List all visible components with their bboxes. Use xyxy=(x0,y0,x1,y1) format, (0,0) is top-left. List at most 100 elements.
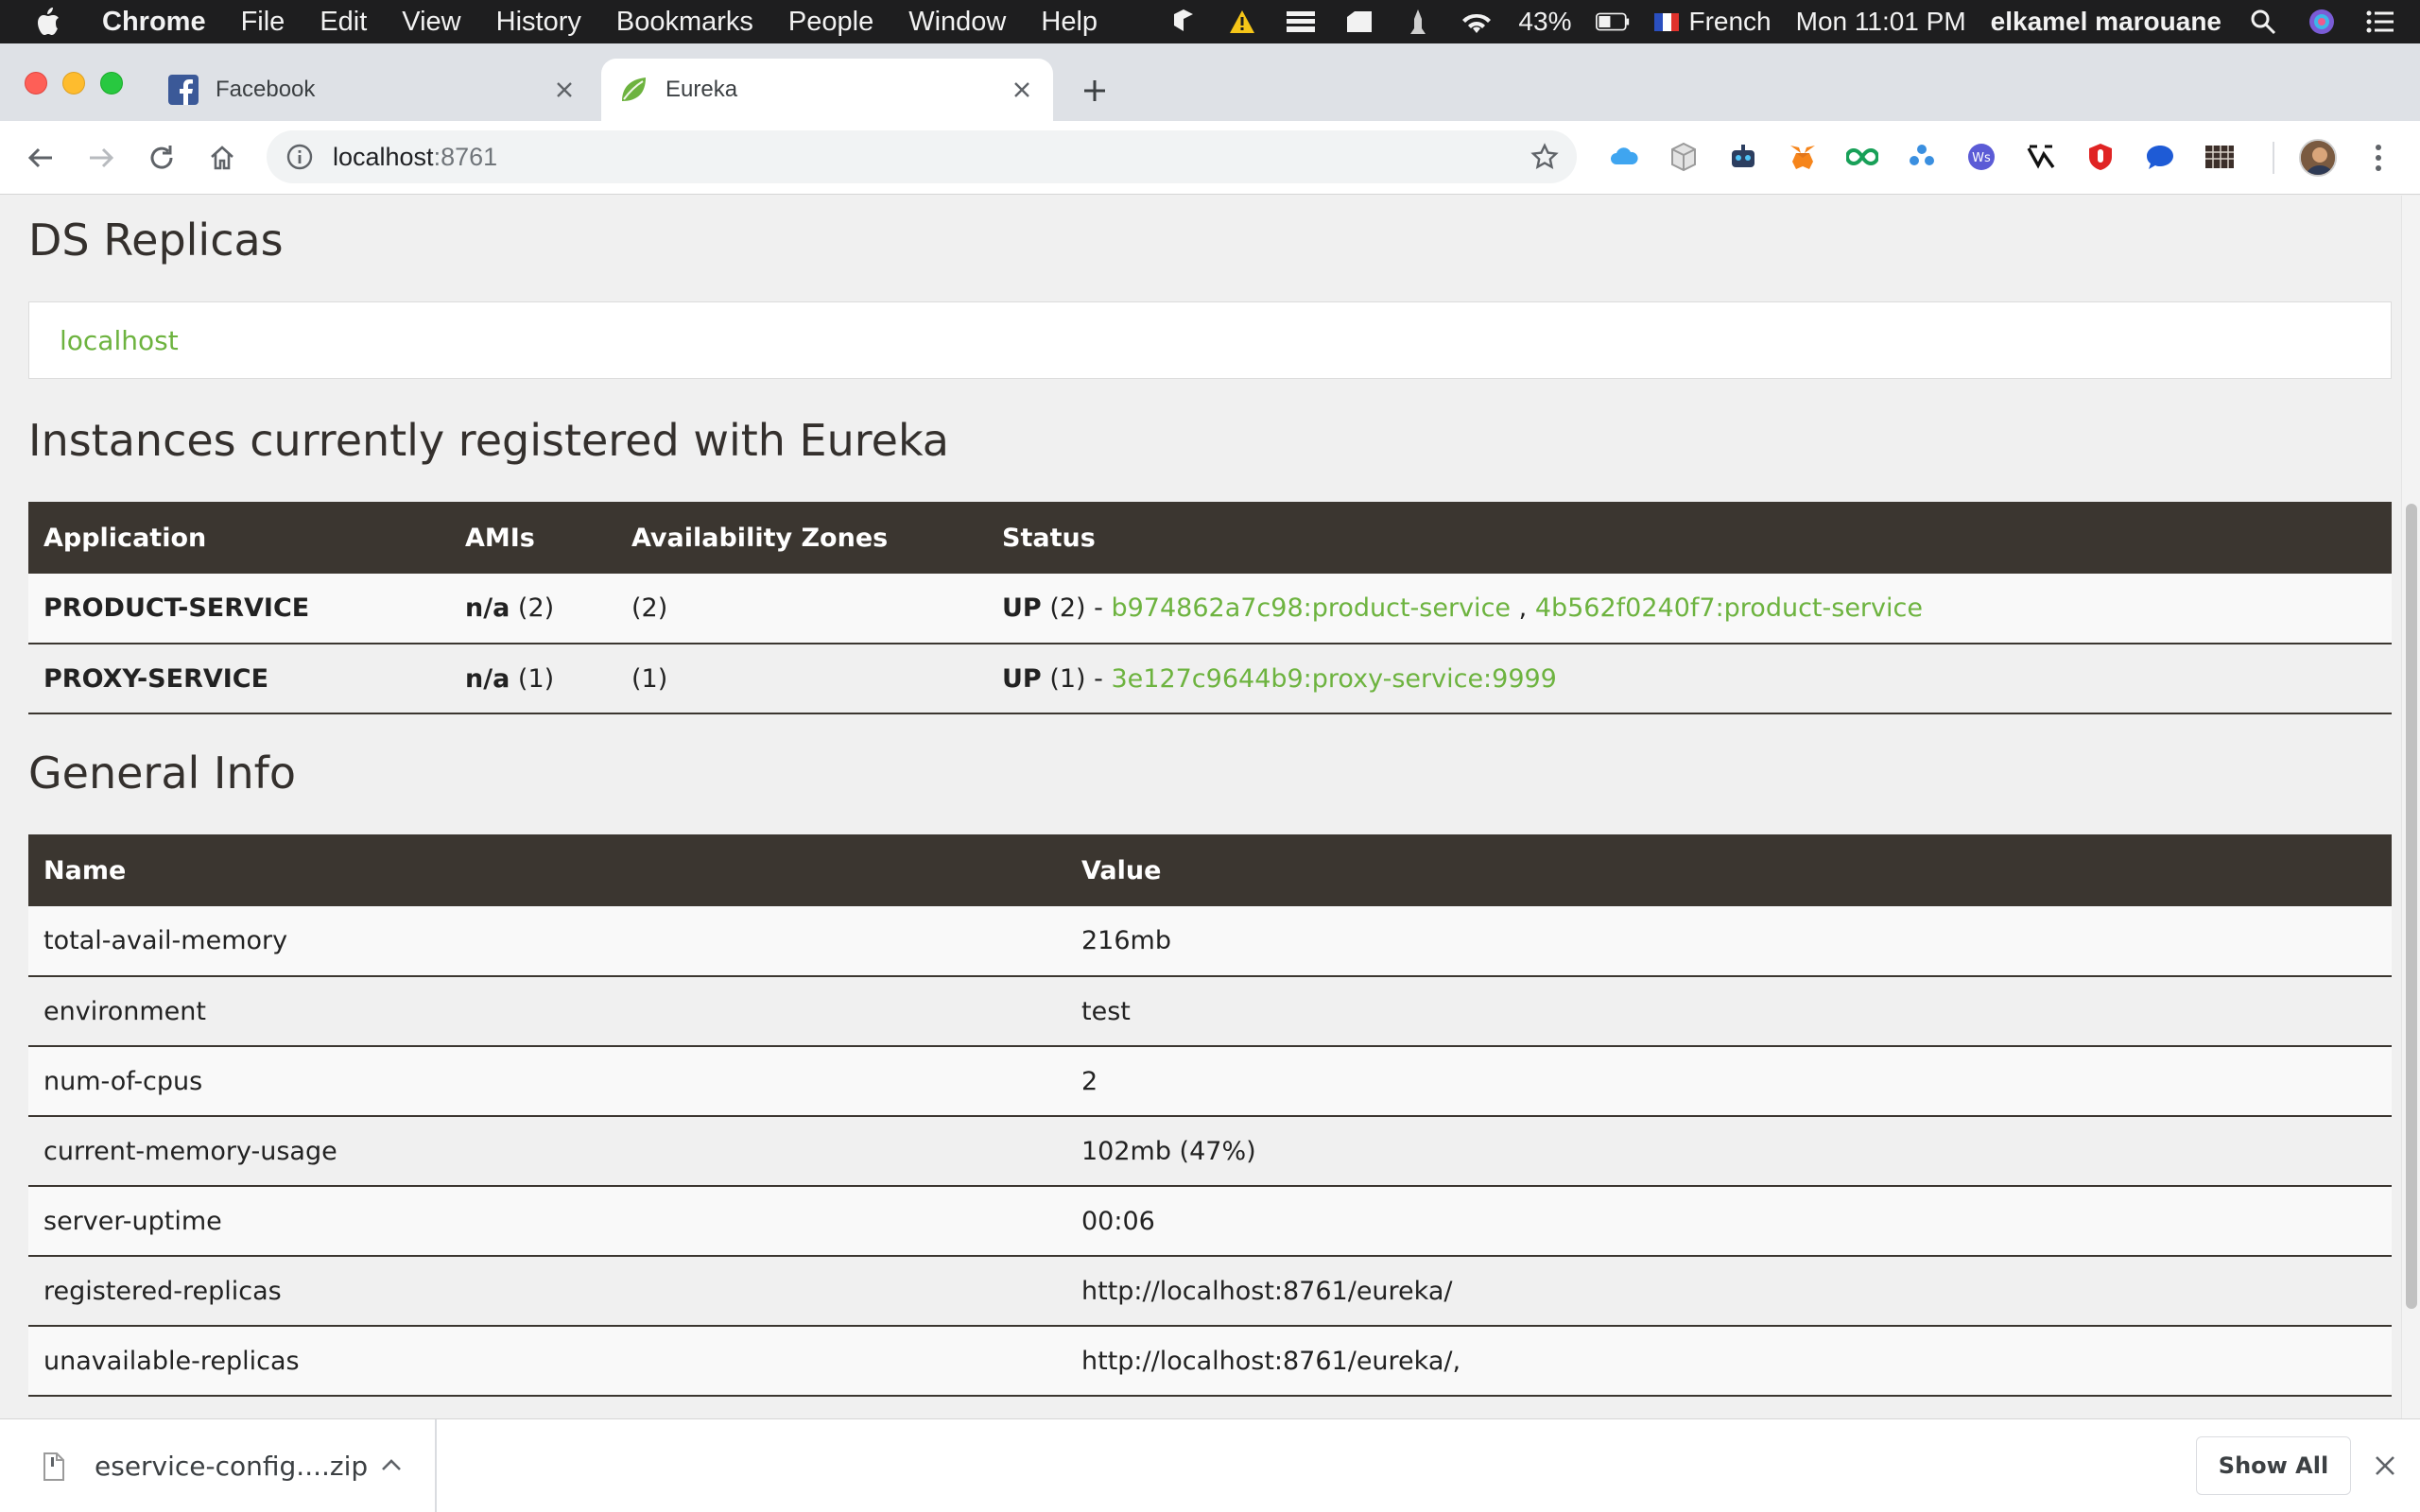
info-value: 216mb xyxy=(1066,906,2392,977)
window-close-button[interactable] xyxy=(25,72,47,94)
application-name: PRODUCT-SERVICE xyxy=(28,574,450,644)
info-name: environment xyxy=(28,976,1066,1047)
metamask-fox-icon[interactable] xyxy=(1786,140,1820,174)
chevron-up-icon[interactable] xyxy=(378,1452,405,1478)
window-minimize-button[interactable] xyxy=(62,72,85,94)
close-download-shelf-icon[interactable] xyxy=(2369,1450,2401,1482)
column-header: Availability Zones xyxy=(631,523,889,553)
warning-icon[interactable] xyxy=(1225,8,1259,36)
input-source[interactable]: French xyxy=(1654,7,1772,37)
info-name: total-avail-memory xyxy=(28,906,1066,977)
dropbox-like-icon[interactable] xyxy=(1167,8,1201,36)
menu-edit[interactable]: Edit xyxy=(320,7,367,38)
reload-button[interactable] xyxy=(144,140,180,176)
menubar-clock[interactable]: Mon 11:01 PM xyxy=(1796,7,1966,37)
general-info-table: Name Value total-avail-memory 216mb envi… xyxy=(28,834,2392,1418)
menu-history[interactable]: History xyxy=(496,7,581,38)
window-zoom-button[interactable] xyxy=(100,72,123,94)
cloud-extension-icon[interactable] xyxy=(1607,140,1641,174)
instance-link[interactable]: 3e127c9644b9:proxy-service:9999 xyxy=(1111,664,1556,694)
infinity-extension-icon[interactable] xyxy=(1845,140,1879,174)
toolbar-separator xyxy=(2273,142,2274,174)
dots-extension-icon[interactable] xyxy=(1905,140,1939,174)
table-row: PRODUCT-SERVICE n/a (2) (2) UP (2) - b97… xyxy=(28,574,2392,644)
french-flag-icon xyxy=(1654,12,1680,31)
instance-link[interactable]: 4b562f0240f7:product-service xyxy=(1535,593,1923,623)
close-tab-icon[interactable] xyxy=(548,74,580,106)
table-row: PROXY-SERVICE n/a (1) (1) UP (1) - 3e127… xyxy=(28,644,2392,714)
ds-replicas-list: localhost xyxy=(28,301,2392,379)
ami-count: (2) xyxy=(517,593,555,623)
table-row: environment test xyxy=(28,976,2392,1047)
menu-file[interactable]: File xyxy=(241,7,285,38)
tab-title: Facebook xyxy=(216,77,316,102)
rocket-icon[interactable] xyxy=(1401,8,1435,36)
ami-cell: n/a (1) xyxy=(450,644,616,714)
tab-title: Eureka xyxy=(666,77,738,102)
red-shield-extension-icon[interactable] xyxy=(2083,140,2118,174)
cloud-drive-icon[interactable] xyxy=(1342,8,1376,36)
instances-title: Instances currently registered with Eure… xyxy=(28,415,949,466)
table-row: registered-replicas http://localhost:876… xyxy=(28,1256,2392,1327)
new-tab-button[interactable] xyxy=(1078,74,1112,108)
site-info-icon[interactable] xyxy=(285,143,314,171)
macos-menu-bar: Chrome File Edit View History Bookmarks … xyxy=(0,0,2420,43)
info-name: server-uptime xyxy=(28,1186,1066,1257)
menu-help[interactable]: Help xyxy=(1041,7,1098,38)
ws-extension-icon[interactable]: Ws xyxy=(1964,140,1998,174)
menu-bookmarks[interactable]: Bookmarks xyxy=(616,7,753,38)
notification-center-icon[interactable] xyxy=(2363,8,2397,36)
siri-icon[interactable] xyxy=(2305,8,2339,36)
back-button[interactable] xyxy=(23,140,59,176)
download-file-name: eservice-config....zip xyxy=(95,1451,369,1482)
chrome-menu-icon[interactable] xyxy=(2361,140,2395,176)
chat-bubble-extension-icon[interactable] xyxy=(2143,140,2177,174)
calendar-grid-extension-icon[interactable] xyxy=(2203,140,2237,174)
info-name-cut-off xyxy=(28,1396,1066,1418)
cube-extension-icon[interactable] xyxy=(1667,140,1701,174)
instance-link[interactable]: b974862a7c98:product-service xyxy=(1111,593,1511,623)
battery-icon[interactable] xyxy=(1596,8,1630,36)
replica-link[interactable]: localhost xyxy=(60,325,179,356)
apple-logo-icon[interactable] xyxy=(34,7,85,37)
table-header-row: Application AMIs Availability Zones Stat… xyxy=(28,502,2392,574)
page-scrollbar[interactable] xyxy=(2401,196,2420,1418)
ami-count: (1) xyxy=(517,663,555,694)
ami-cell: n/a (2) xyxy=(450,574,616,644)
address-bar[interactable]: localhost:8761 xyxy=(267,130,1577,183)
menu-view[interactable]: View xyxy=(402,7,460,38)
availability-zones: (2) xyxy=(616,574,987,644)
menu-app-name[interactable]: Chrome xyxy=(102,7,206,38)
robot-extension-icon[interactable] xyxy=(1726,140,1760,174)
status-count: (2) - xyxy=(1049,593,1103,623)
close-tab-icon[interactable] xyxy=(1006,74,1038,106)
info-value: 00:06 xyxy=(1066,1186,2392,1257)
browser-toolbar: localhost:8761 Ws xyxy=(0,121,2420,195)
status-cell: UP (2) - b974862a7c98:product-service , … xyxy=(987,574,2392,644)
wifi-icon[interactable] xyxy=(1460,8,1494,36)
table-header-row: Name Value xyxy=(28,834,2392,906)
download-item[interactable]: eservice-config....zip xyxy=(0,1419,437,1512)
menubar-user[interactable]: elkamel marouane xyxy=(1991,7,2221,37)
bookmark-star-icon[interactable] xyxy=(1530,142,1560,172)
menubar-status-area: 43% French Mon 11:01 PM elkamel marouane xyxy=(1167,0,2397,43)
tab-eureka[interactable]: Eureka xyxy=(601,59,1053,121)
menu-window[interactable]: Window xyxy=(908,7,1006,38)
forward-button[interactable] xyxy=(83,140,119,176)
info-name: num-of-cpus xyxy=(28,1046,1066,1117)
profile-avatar[interactable] xyxy=(2299,139,2337,177)
graph-extension-icon[interactable] xyxy=(2024,140,2058,174)
spotlight-search-icon[interactable] xyxy=(2246,8,2280,36)
column-header: Value xyxy=(1081,855,1162,885)
tab-facebook[interactable]: Facebook xyxy=(151,59,596,121)
spring-leaf-icon xyxy=(618,75,648,105)
table-row: total-avail-memory 216mb xyxy=(28,906,2392,977)
info-name: unavailable-replicas xyxy=(28,1326,1066,1397)
column-header: AMIs xyxy=(465,523,535,553)
stack-icon[interactable] xyxy=(1284,8,1318,36)
home-button[interactable] xyxy=(204,140,240,176)
menu-people[interactable]: People xyxy=(788,7,873,38)
show-all-downloads-button[interactable]: Show All xyxy=(2196,1436,2351,1495)
facebook-icon xyxy=(168,75,199,105)
scrollbar-thumb[interactable] xyxy=(2406,504,2417,1309)
